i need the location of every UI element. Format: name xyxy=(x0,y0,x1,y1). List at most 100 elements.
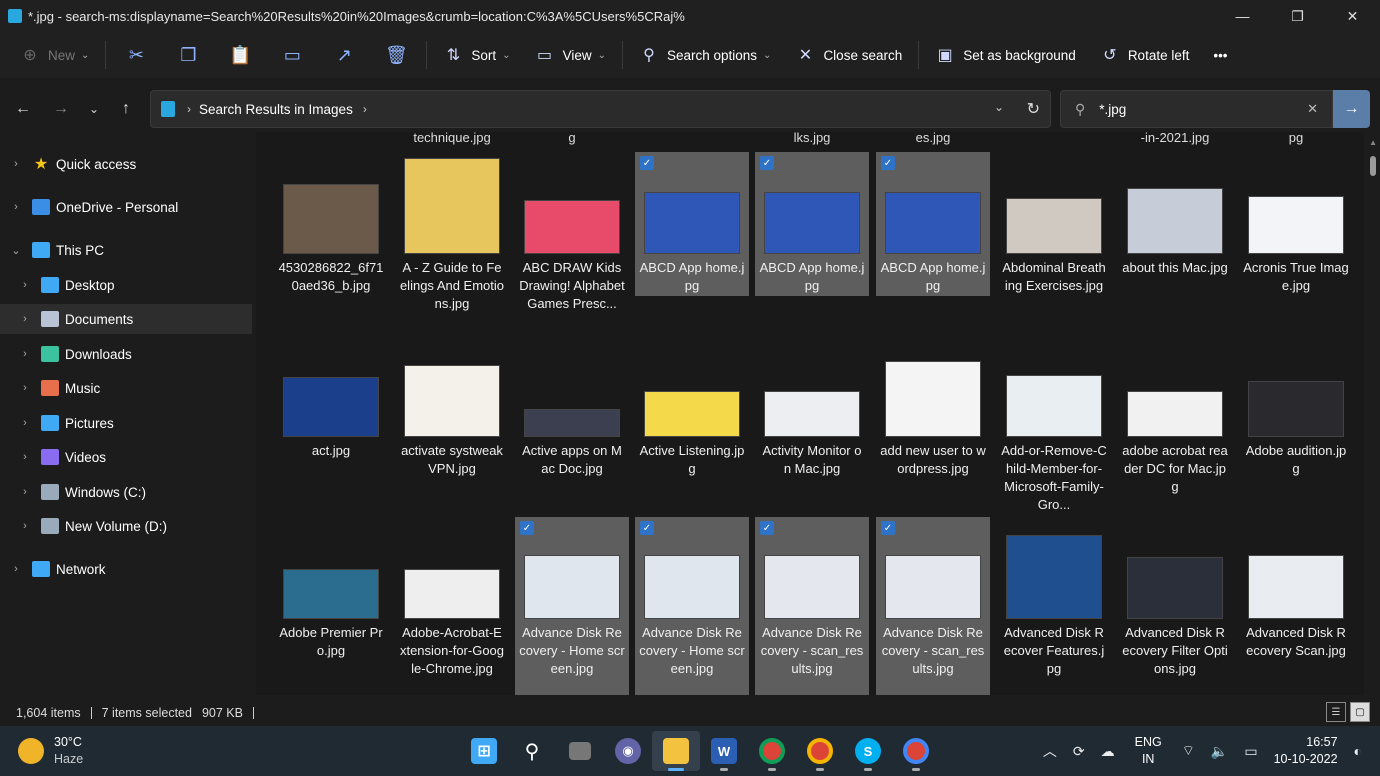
file-tile[interactable]: Activity Monitor on Mac.jpg xyxy=(755,335,869,479)
input-language-button[interactable]: ENG IN xyxy=(1135,734,1162,768)
selection-checkbox[interactable]: ✓ xyxy=(760,156,774,170)
file-tile[interactable]: Add-or-Remove-Child-Member-for-Microsoft… xyxy=(997,335,1111,512)
sidebar-item[interactable]: › Documents xyxy=(0,304,252,334)
sort-button[interactable]: ⇅ Sort ⌄ xyxy=(431,32,522,78)
selection-checkbox[interactable]: ✓ xyxy=(640,156,654,170)
onedrive-cloud-icon[interactable]: ☁ xyxy=(1101,743,1115,760)
teams-chat-button[interactable]: ◉ xyxy=(604,731,652,771)
new-button[interactable]: ⊕ New ⌄ xyxy=(0,32,101,78)
skype-taskbar-button[interactable]: S xyxy=(844,731,892,771)
file-tile[interactable]: Adobe-Acrobat-Extension-for-Google-Chrom… xyxy=(395,517,509,695)
volume-icon[interactable]: 🔈 xyxy=(1211,743,1228,760)
clock[interactable]: 16:57 10-10-2022 xyxy=(1274,734,1338,768)
sidebar-item[interactable]: › Videos xyxy=(0,442,252,472)
search-box[interactable]: ⚲ ✕ xyxy=(1060,90,1333,128)
details-view-button[interactable]: ☰ xyxy=(1326,702,1346,722)
file-tile[interactable]: Adobe Premier Pro.jpg xyxy=(274,517,388,695)
partial-file-name[interactable]: g xyxy=(515,132,629,145)
sidebar-item[interactable]: › Network xyxy=(0,554,252,584)
close-search-button[interactable]: ✕ Close search xyxy=(783,32,914,78)
chevron-right-icon[interactable]: › xyxy=(10,563,22,575)
search-go-button[interactable]: → xyxy=(1333,90,1370,128)
sidebar-item[interactable]: › Desktop xyxy=(0,270,252,300)
rotate-left-button[interactable]: ↺ Rotate left xyxy=(1088,32,1202,78)
chrome-profile-taskbar-button[interactable] xyxy=(796,731,844,771)
view-button[interactable]: ▭ View ⌄ xyxy=(523,32,618,78)
address-bar[interactable]: › Search Results in Images › ⌄ ↻ xyxy=(150,90,1051,128)
task-view-button[interactable] xyxy=(556,731,604,771)
large-icons-view-button[interactable]: ▢ xyxy=(1350,702,1370,722)
partial-file-name[interactable]: technique.jpg xyxy=(395,132,509,145)
copy-button[interactable]: ❐ xyxy=(162,32,214,78)
clear-search-button[interactable]: ✕ xyxy=(1307,101,1318,117)
up-button[interactable]: ↑ xyxy=(112,96,140,122)
file-tile[interactable]: ✓ Advance Disk Recovery - Home screen.jpg xyxy=(515,517,629,695)
paste-button[interactable]: 📋 xyxy=(214,32,266,78)
sidebar-item[interactable]: › OneDrive - Personal xyxy=(0,192,252,222)
cut-button[interactable]: ✂ xyxy=(110,32,162,78)
chrome-alt-taskbar-button[interactable] xyxy=(892,731,940,771)
search-taskbar-button[interactable]: ⚲ xyxy=(508,731,556,771)
sidebar-item[interactable]: › New Volume (D:) xyxy=(0,511,252,541)
file-tile[interactable]: Advanced Disk Recovery Filter Options.jp… xyxy=(1118,517,1232,695)
delete-button[interactable]: 🗑 xyxy=(370,32,422,78)
file-tile[interactable]: ✓ ABCD App home.jpg xyxy=(635,152,749,296)
selection-checkbox[interactable]: ✓ xyxy=(881,521,895,535)
chevron-right-icon[interactable]: › xyxy=(19,382,31,394)
wifi-icon[interactable]: ⌔ xyxy=(1182,742,1195,760)
recent-locations-button[interactable]: ⌄ xyxy=(80,96,108,122)
file-tile[interactable]: Active apps on Mac Doc.jpg xyxy=(515,335,629,479)
chevron-right-icon[interactable]: › xyxy=(19,486,31,498)
sidebar-item[interactable]: › Pictures xyxy=(0,408,252,438)
file-tile[interactable]: Advanced Disk Recover Features.jpg xyxy=(997,517,1111,695)
more-options-button[interactable]: ••• xyxy=(1201,32,1239,78)
file-tile[interactable]: Active Listening.jpg xyxy=(635,335,749,479)
breadcrumb[interactable]: Search Results in Images xyxy=(199,102,353,117)
file-tile[interactable]: ✓ Advance Disk Recovery - scan_results.jp… xyxy=(876,517,990,695)
sync-icon[interactable]: ⟳ xyxy=(1073,743,1085,760)
sidebar-item[interactable]: › Music xyxy=(0,373,252,403)
maximize-button[interactable]: ❐ xyxy=(1270,0,1325,32)
chevron-right-icon[interactable]: › xyxy=(19,313,31,325)
file-tile[interactable]: Acronis True Image.jpg xyxy=(1239,152,1353,296)
search-options-button[interactable]: ⚲ Search options ⌄ xyxy=(627,32,783,78)
file-explorer-taskbar-button[interactable] xyxy=(652,731,700,771)
chevron-right-icon[interactable]: › xyxy=(19,520,31,532)
sidebar-item[interactable]: › ★ Quick access xyxy=(0,149,252,179)
chevron-right-icon[interactable]: › xyxy=(363,102,367,116)
rename-button[interactable]: ▭ xyxy=(266,32,318,78)
chevron-right-icon[interactable]: › xyxy=(19,451,31,463)
word-taskbar-button[interactable]: W xyxy=(700,731,748,771)
selection-checkbox[interactable]: ✓ xyxy=(881,156,895,170)
file-tile[interactable]: ✓ ABCD App home.jpg xyxy=(755,152,869,296)
forward-button[interactable]: → xyxy=(47,96,75,122)
minimize-button[interactable]: — xyxy=(1215,0,1270,32)
file-tile[interactable]: activate systweak VPN.jpg xyxy=(395,335,509,479)
file-tile[interactable]: A - Z Guide to Feelings And Emotions.jpg xyxy=(395,152,509,311)
file-tile[interactable]: ✓ Advance Disk Recovery - Home screen.jpg xyxy=(635,517,749,695)
chrome-taskbar-button[interactable] xyxy=(748,731,796,771)
file-tile[interactable]: about this Mac.jpg xyxy=(1118,152,1232,296)
start-button[interactable]: ⊞ xyxy=(460,731,508,771)
sidebar-item[interactable]: › Downloads xyxy=(0,339,252,369)
share-button[interactable]: ↗ xyxy=(318,32,370,78)
chevron-up-icon[interactable]: ︿ xyxy=(1043,741,1057,761)
address-dropdown-button[interactable]: ⌄ xyxy=(994,100,1004,114)
battery-icon[interactable]: ▭ xyxy=(1244,743,1257,760)
back-button[interactable]: ← xyxy=(9,96,37,122)
file-tile[interactable]: act.jpg xyxy=(274,335,388,479)
file-tile[interactable]: ✓ ABCD App home.jpg xyxy=(876,152,990,296)
chevron-right-icon[interactable]: › xyxy=(10,158,22,170)
file-tile[interactable]: Abdominal Breathing Exercises.jpg xyxy=(997,152,1111,296)
refresh-button[interactable]: ↻ xyxy=(1027,99,1040,119)
partial-file-name[interactable]: -in-2021.jpg xyxy=(1118,132,1232,145)
weather-widget[interactable]: 30°C Haze xyxy=(18,734,83,768)
chevron-right-icon[interactable]: › xyxy=(19,279,31,291)
selection-checkbox[interactable]: ✓ xyxy=(760,521,774,535)
chevron-down-icon[interactable]: ⌄ xyxy=(10,244,22,257)
partial-file-name[interactable]: es.jpg xyxy=(876,132,990,145)
file-tile[interactable]: 4530286822_6f710aed36_b.jpg xyxy=(274,152,388,296)
sidebar-item[interactable]: › Windows (C:) xyxy=(0,477,252,507)
scroll-up-arrow[interactable]: ▲ xyxy=(1369,138,1377,147)
file-tile[interactable]: ✓ Advance Disk Recovery - scan_results.jp… xyxy=(755,517,869,695)
